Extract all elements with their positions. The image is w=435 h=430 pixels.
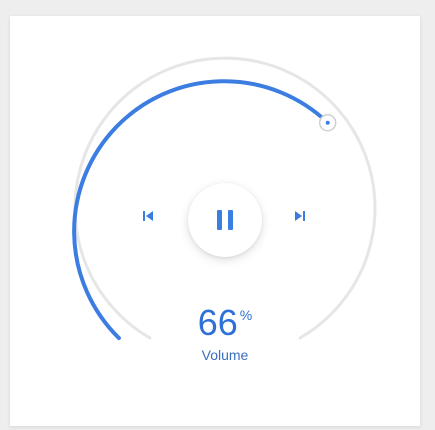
previous-button[interactable]	[130, 198, 166, 234]
volume-percent: 66 %	[198, 305, 253, 341]
volume-value: 66	[197, 302, 238, 343]
play-pause-button[interactable]	[188, 183, 262, 257]
volume-unit: %	[239, 307, 253, 323]
volume-readout: 66 % Volume	[150, 305, 300, 364]
pause-icon	[217, 210, 233, 230]
volume-label: Volume	[201, 347, 249, 363]
volume-knob[interactable]	[318, 113, 337, 132]
skip-previous-icon	[143, 211, 153, 221]
skip-next-icon	[295, 211, 305, 221]
next-button[interactable]	[282, 198, 318, 234]
